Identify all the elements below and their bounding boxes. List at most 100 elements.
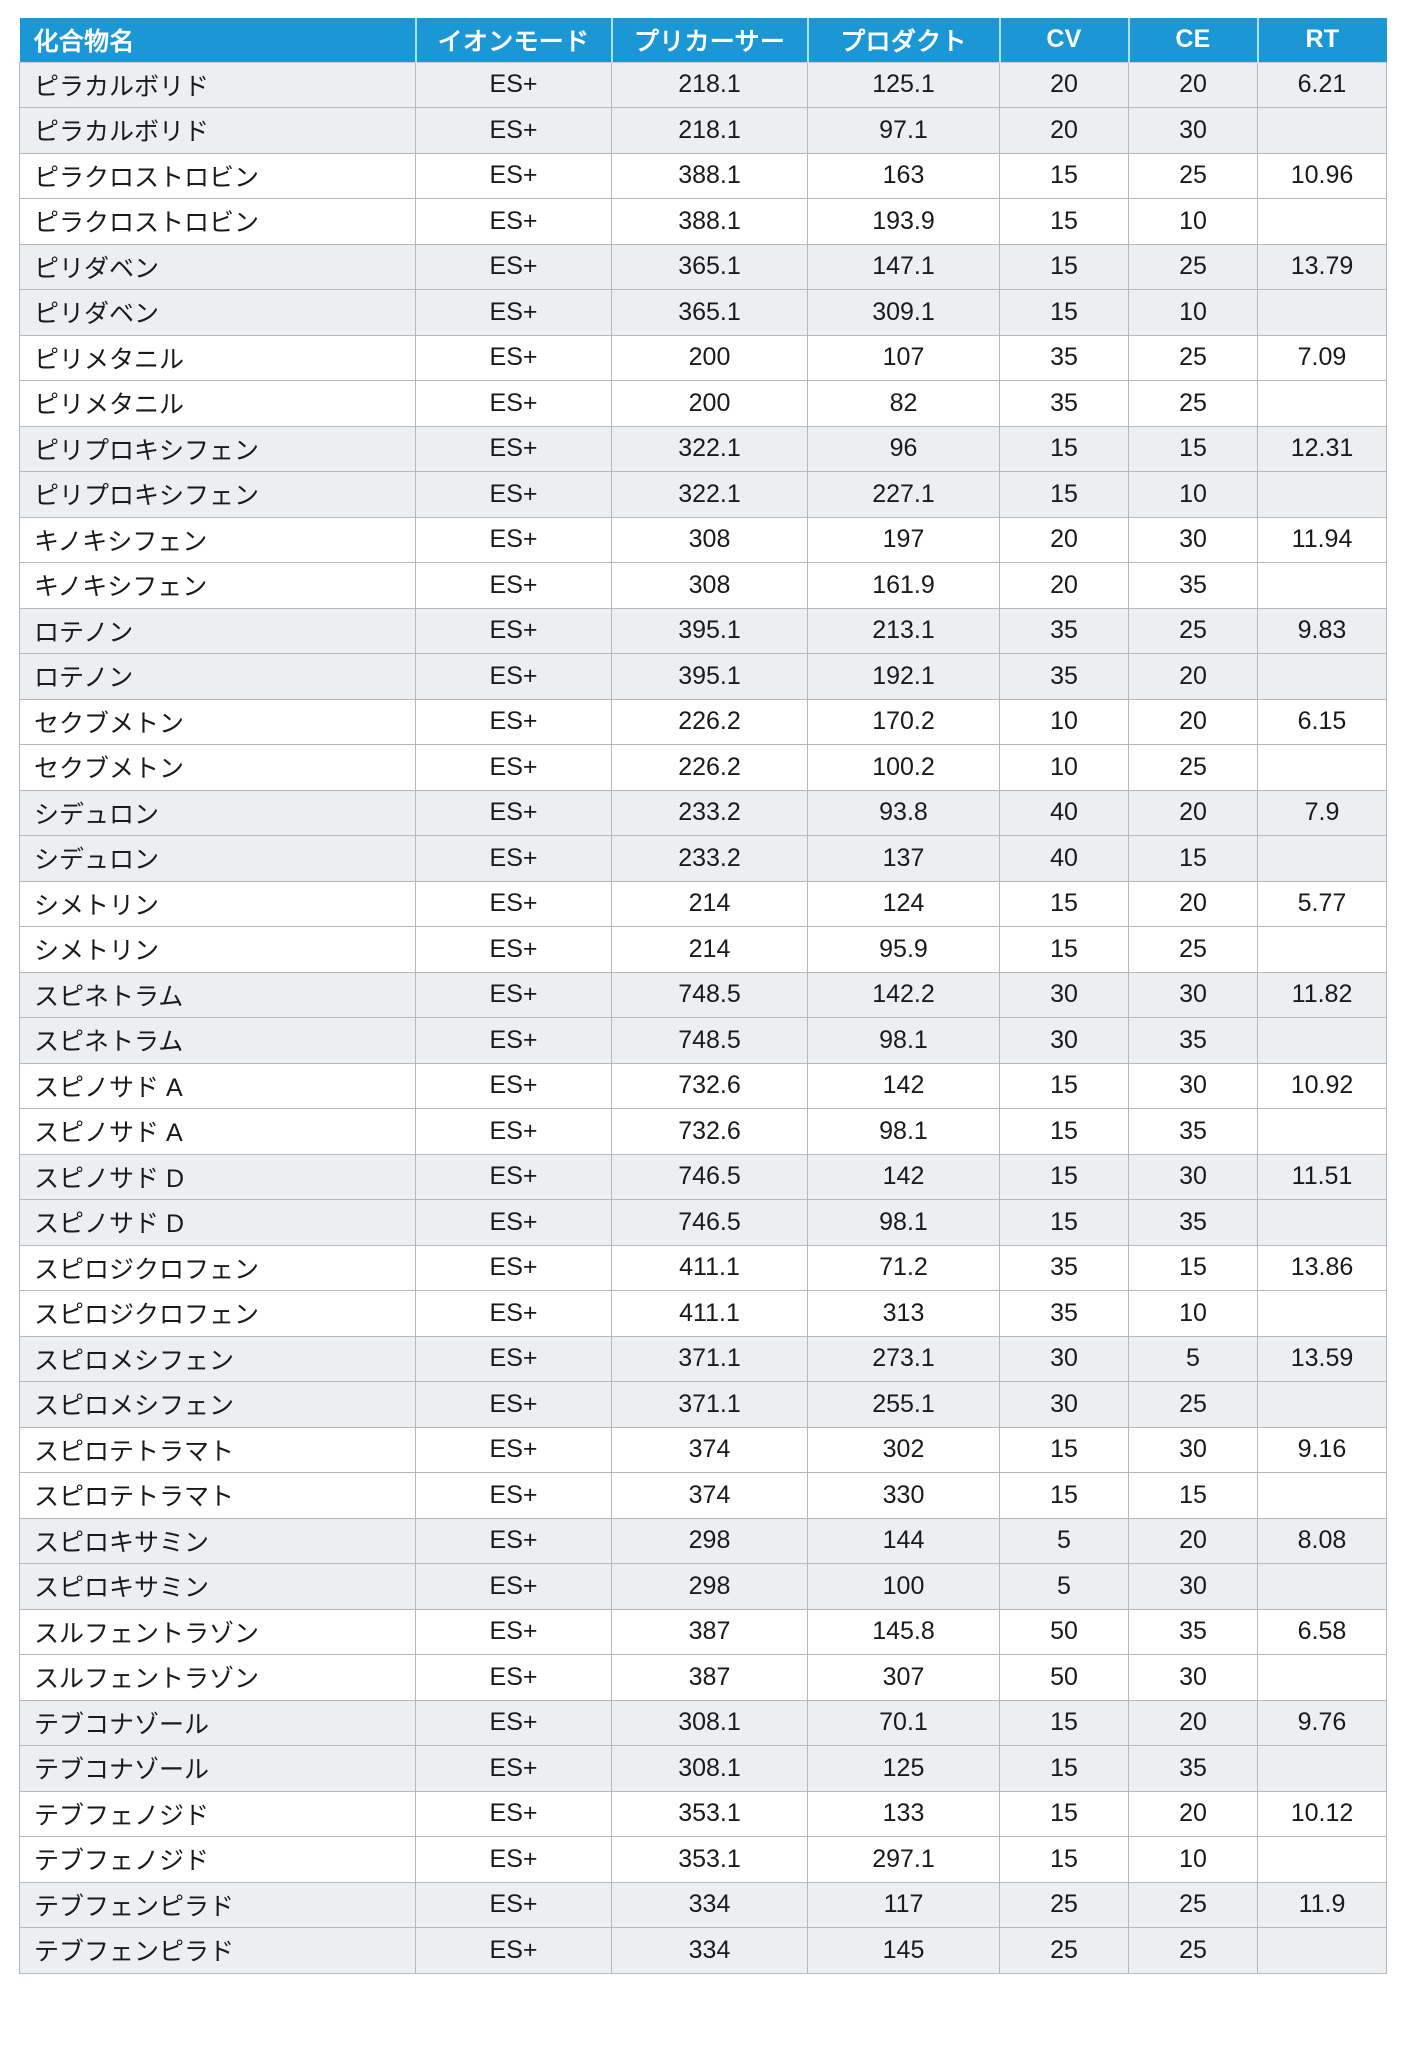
cell-name: ピラカルボリド [19, 107, 416, 154]
cell-product: 142 [807, 1063, 1000, 1109]
table-row: セクブメトン ES+ 226.2 100.2 10 25 [19, 744, 1387, 791]
cell-precursor: 308 [611, 562, 808, 609]
cell-cv: 30 [999, 1017, 1129, 1064]
cell-name: セクブメトン [19, 699, 416, 745]
cell-ce: 25 [1128, 1882, 1258, 1928]
column-header-product: プロダクト [807, 18, 1001, 62]
cell-cv: 20 [999, 107, 1129, 154]
cell-cv: 15 [999, 1154, 1129, 1200]
cell-cv: 40 [999, 790, 1129, 836]
cell-cv: 5 [999, 1518, 1129, 1564]
cell-product: 197 [807, 517, 1000, 563]
cell-product: 145.8 [807, 1609, 1000, 1655]
table-row: ピリメタニル ES+ 200 82 35 25 [19, 380, 1387, 427]
cell-ce: 30 [1128, 1063, 1258, 1109]
cell-ce: 20 [1128, 790, 1258, 836]
cell-cv: 35 [999, 335, 1129, 381]
table-row: ピラクロストロビン ES+ 388.1 193.9 15 10 [19, 198, 1387, 245]
cell-cv: 15 [999, 1745, 1129, 1792]
cell-ce: 35 [1128, 562, 1258, 609]
cell-ce: 30 [1128, 1654, 1258, 1701]
cell-ion_mode: ES+ [415, 1836, 612, 1883]
table-row: ロテノン ES+ 395.1 213.1 35 25 9.83 [19, 608, 1387, 654]
cell-cv: 30 [999, 1336, 1129, 1382]
cell-name: スピネトラム [19, 972, 416, 1018]
table-row: テブフェノジド ES+ 353.1 133 15 20 10.12 [19, 1791, 1387, 1837]
cell-rt: 10.92 [1257, 1063, 1387, 1109]
cell-rt [1257, 926, 1387, 973]
cell-name: シメトリン [19, 926, 416, 973]
cell-product: 330 [807, 1472, 1000, 1519]
cell-cv: 15 [999, 1472, 1129, 1519]
cell-product: 98.1 [807, 1017, 1000, 1064]
cell-cv: 50 [999, 1609, 1129, 1655]
cell-ce: 25 [1128, 153, 1258, 199]
cell-rt [1257, 471, 1387, 518]
cell-ce: 20 [1128, 1700, 1258, 1746]
cell-ce: 25 [1128, 744, 1258, 791]
cell-precursor: 200 [611, 380, 808, 427]
cell-product: 125.1 [807, 61, 1000, 108]
cell-product: 227.1 [807, 471, 1000, 518]
cell-product: 142 [807, 1154, 1000, 1200]
cell-cv: 35 [999, 608, 1129, 654]
cell-product: 124 [807, 881, 1000, 927]
cell-rt: 8.08 [1257, 1518, 1387, 1564]
cell-cv: 15 [999, 1791, 1129, 1837]
cell-ce: 30 [1128, 1427, 1258, 1473]
cell-precursor: 395.1 [611, 608, 808, 654]
cell-cv: 50 [999, 1654, 1129, 1701]
cell-name: テブフェノジド [19, 1836, 416, 1883]
cell-cv: 10 [999, 699, 1129, 745]
cell-name: シデュロン [19, 835, 416, 882]
cell-cv: 15 [999, 926, 1129, 973]
cell-rt [1257, 1563, 1387, 1610]
cell-rt: 11.94 [1257, 517, 1387, 563]
cell-ion_mode: ES+ [415, 926, 612, 973]
cell-product: 70.1 [807, 1700, 1000, 1746]
cell-product: 98.1 [807, 1108, 1000, 1155]
cell-ion_mode: ES+ [415, 1609, 612, 1655]
table-row: テブコナゾール ES+ 308.1 125 15 35 [19, 1745, 1387, 1792]
table-row: スルフェントラゾン ES+ 387 145.8 50 35 6.58 [19, 1609, 1387, 1655]
cell-rt: 6.58 [1257, 1609, 1387, 1655]
table-row: スルフェントラゾン ES+ 387 307 50 30 [19, 1654, 1387, 1701]
cell-cv: 15 [999, 471, 1129, 518]
cell-rt: 9.76 [1257, 1700, 1387, 1746]
table-row: スピロメシフェン ES+ 371.1 273.1 30 5 13.59 [19, 1336, 1387, 1382]
cell-precursor: 387 [611, 1609, 808, 1655]
cell-ce: 25 [1128, 335, 1258, 381]
cell-product: 213.1 [807, 608, 1000, 654]
cell-rt: 9.83 [1257, 608, 1387, 654]
cell-ion_mode: ES+ [415, 1199, 612, 1246]
cell-name: スルフェントラゾン [19, 1654, 416, 1701]
cell-ion_mode: ES+ [415, 1017, 612, 1064]
cell-rt [1257, 1108, 1387, 1155]
cell-rt: 10.96 [1257, 153, 1387, 199]
cell-name: スピロメシフェン [19, 1381, 416, 1428]
cell-cv: 20 [999, 61, 1129, 108]
cell-precursor: 371.1 [611, 1381, 808, 1428]
cell-precursor: 746.5 [611, 1199, 808, 1246]
cell-precursor: 200 [611, 335, 808, 381]
cell-name: テブコナゾール [19, 1745, 416, 1792]
cell-product: 96 [807, 426, 1000, 472]
cell-ion_mode: ES+ [415, 972, 612, 1018]
cell-name: シデュロン [19, 790, 416, 836]
cell-ce: 10 [1128, 1290, 1258, 1337]
cell-ce: 30 [1128, 1154, 1258, 1200]
cell-ce: 30 [1128, 107, 1258, 154]
table-row: ピリプロキシフェン ES+ 322.1 227.1 15 10 [19, 471, 1387, 518]
cell-name: テブフェンピラド [19, 1927, 416, 1974]
table-row: スピノサド A ES+ 732.6 98.1 15 35 [19, 1108, 1387, 1155]
cell-rt [1257, 1472, 1387, 1519]
cell-precursor: 374 [611, 1472, 808, 1519]
cell-rt [1257, 289, 1387, 336]
cell-precursor: 388.1 [611, 198, 808, 245]
cell-rt: 6.21 [1257, 61, 1387, 108]
cell-rt [1257, 1836, 1387, 1883]
table-body: ピラカルボリド ES+ 218.1 125.1 20 20 6.21 ピラカルボリド ES+ 21… [19, 61, 1387, 1974]
cell-product: 107 [807, 335, 1000, 381]
cell-rt: 7.09 [1257, 335, 1387, 381]
cell-name: テブコナゾール [19, 1700, 416, 1746]
